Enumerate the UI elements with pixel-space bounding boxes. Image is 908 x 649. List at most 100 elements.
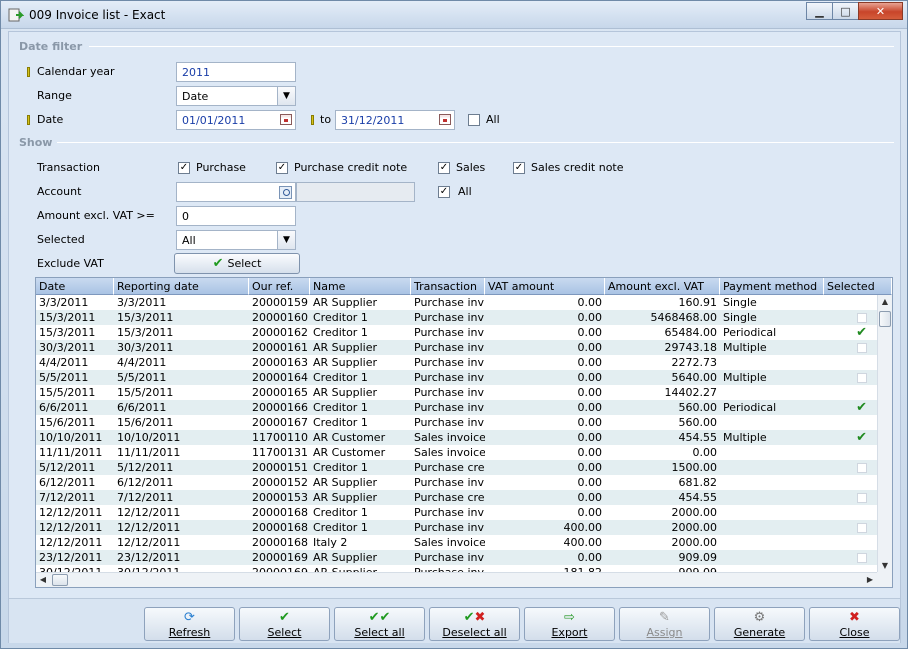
calendar-icon[interactable] <box>439 114 451 125</box>
calendar-year-input[interactable]: 2011 <box>176 62 296 82</box>
column-header-amount-excl-vat[interactable]: Amount excl. VAT <box>605 278 720 295</box>
cell-date: 4/4/2011 <box>39 356 89 369</box>
column-header-date[interactable]: Date <box>36 278 114 295</box>
horizontal-scroll-thumb[interactable] <box>52 574 68 586</box>
table-row[interactable]: 12/12/2011 12/12/2011 20000168 Creditor 1 Pu… <box>36 505 877 520</box>
cell-selected[interactable]: ✔ <box>824 400 877 415</box>
cell-selected[interactable] <box>824 340 877 355</box>
chevron-down-icon[interactable]: ▼ <box>277 87 295 105</box>
table-row[interactable]: 30/3/2011 30/3/2011 20000161 AR Supplier Pur… <box>36 340 877 355</box>
date-to-input[interactable]: 31/12/2011 <box>335 110 455 130</box>
cell-selected[interactable] <box>824 370 877 385</box>
cell-selected[interactable] <box>824 310 877 325</box>
column-header-name[interactable]: Name <box>310 278 411 295</box>
cell-selected[interactable] <box>824 505 877 520</box>
column-header-reporting-date[interactable]: Reporting date <box>114 278 249 295</box>
row-select-checkbox[interactable] <box>857 372 867 383</box>
table-row[interactable]: 4/4/2011 4/4/2011 20000163 AR Supplier Purch… <box>36 355 877 370</box>
select-all-button[interactable]: ✔✔ Select all <box>334 607 425 641</box>
cell-selected[interactable]: ✔ <box>824 325 877 340</box>
table-row[interactable]: 6/12/2011 6/12/2011 20000152 AR Supplier Pur… <box>36 475 877 490</box>
vertical-scrollbar[interactable]: ▲ ▼ <box>877 295 892 573</box>
column-header-our-ref[interactable]: Our ref. <box>249 278 310 295</box>
cell-selected[interactable] <box>824 550 877 565</box>
table-row[interactable]: 5/12/2011 5/12/2011 20000151 Creditor 1 Purc… <box>36 460 877 475</box>
maximize-button[interactable]: □ <box>832 2 859 20</box>
table-row[interactable]: 12/12/2011 12/12/2011 20000168 Creditor 1 Pu… <box>36 520 877 535</box>
scroll-up-icon[interactable]: ▲ <box>878 295 892 309</box>
cell-selected[interactable] <box>824 460 877 475</box>
table-row[interactable]: 15/5/2011 15/5/2011 20000165 AR Supplier Pur… <box>36 385 877 400</box>
cell-date: 15/3/2011 <box>39 311 96 324</box>
table-row[interactable]: 6/6/2011 6/6/2011 20000166 Creditor 1 Purcha… <box>36 400 877 415</box>
row-select-checkbox[interactable] <box>857 312 867 323</box>
search-icon[interactable] <box>279 186 292 199</box>
horizontal-scrollbar[interactable]: ◀ ▶ <box>36 572 877 587</box>
cell-amount-excl-vat: 160.91 <box>678 296 718 309</box>
amount-input[interactable]: 0 <box>176 206 296 226</box>
checkmark-icon[interactable]: ✔ <box>856 401 867 414</box>
sales-credit-note-checkbox[interactable]: ✓ <box>513 162 525 174</box>
minimize-button[interactable]: ▁ <box>806 2 833 20</box>
cell-selected[interactable] <box>824 520 877 535</box>
export-button[interactable]: ⇨ Export <box>524 607 615 641</box>
select-label: Select <box>267 626 302 639</box>
table-row[interactable]: 11/11/2011 11/11/2011 11700131 AR Customer S… <box>36 445 877 460</box>
date-all-checkbox[interactable] <box>468 114 480 126</box>
row-select-checkbox[interactable] <box>857 552 867 563</box>
scroll-down-icon[interactable]: ▼ <box>878 559 892 573</box>
account-input[interactable] <box>176 182 296 202</box>
scroll-left-icon[interactable]: ◀ <box>36 573 50 587</box>
assign-button[interactable]: ✎ Assign <box>619 607 710 641</box>
exclude-vat-select-button[interactable]: ✔ Select <box>174 253 300 274</box>
checkmark-icon: ✔ <box>212 256 224 271</box>
scroll-right-icon[interactable]: ▶ <box>863 573 877 587</box>
cell-selected[interactable] <box>824 355 877 370</box>
deselect-all-button[interactable]: ✔✖ Deselect all <box>429 607 520 641</box>
row-select-checkbox[interactable] <box>857 342 867 353</box>
table-row[interactable]: 15/3/2011 15/3/2011 20000162 Creditor 1 Purc… <box>36 325 877 340</box>
table-row[interactable]: 10/10/2011 10/10/2011 11700110 AR Customer S… <box>36 430 877 445</box>
cell-selected[interactable] <box>824 490 877 505</box>
cell-payment-method <box>720 460 824 475</box>
generate-button[interactable]: ⚙ Generate <box>714 607 805 641</box>
table-row[interactable]: 15/6/2011 15/6/2011 20000167 Creditor 1 Purc… <box>36 415 877 430</box>
selected-select[interactable]: All ▼ <box>176 230 296 250</box>
close-window-button[interactable]: ✕ <box>858 2 903 20</box>
cell-selected[interactable] <box>824 295 877 310</box>
calendar-icon[interactable] <box>280 114 292 125</box>
cell-selected[interactable] <box>824 415 877 430</box>
row-select-checkbox[interactable] <box>857 492 867 503</box>
select-button[interactable]: ✔ Select <box>239 607 330 641</box>
table-row[interactable]: 3/3/2011 3/3/2011 20000159 AR Supplier Purch… <box>36 295 877 310</box>
checkmark-icon[interactable]: ✔ <box>856 326 867 339</box>
cell-selected[interactable] <box>824 535 877 550</box>
column-header-vat-amount[interactable]: VAT amount <box>485 278 605 295</box>
purchase-credit-note-checkbox[interactable]: ✓ <box>276 162 288 174</box>
table-row[interactable]: 5/5/2011 5/5/2011 20000164 Creditor 1 Purcha… <box>36 370 877 385</box>
close-button[interactable]: ✖ Close <box>809 607 900 641</box>
purchase-checkbox[interactable]: ✓ <box>178 162 190 174</box>
refresh-button[interactable]: ⟳ Refresh <box>144 607 235 641</box>
table-row[interactable]: 12/12/2011 12/12/2011 20000168 Italy 2 Sales… <box>36 535 877 550</box>
account-all-checkbox[interactable]: ✓ <box>438 186 450 198</box>
date-from-input[interactable]: 01/01/2011 <box>176 110 296 130</box>
column-header-payment-method[interactable]: Payment method <box>720 278 824 295</box>
vertical-scroll-thumb[interactable] <box>879 311 891 327</box>
range-select[interactable]: Date ▼ <box>176 86 296 106</box>
row-select-checkbox[interactable] <box>857 462 867 473</box>
column-header-transaction[interactable]: Transaction <box>411 278 485 295</box>
table-row[interactable]: 23/12/2011 23/12/2011 20000169 AR Supplier P… <box>36 550 877 565</box>
row-select-checkbox[interactable] <box>857 522 867 533</box>
table-row[interactable]: 7/12/2011 7/12/2011 20000153 AR Supplier Pur… <box>36 490 877 505</box>
checkmark-icon[interactable]: ✔ <box>856 431 867 444</box>
cell-selected[interactable]: ✔ <box>824 430 877 445</box>
cell-selected[interactable] <box>824 385 877 400</box>
column-header-selected[interactable]: Selected <box>824 278 892 295</box>
table-row[interactable]: 15/3/2011 15/3/2011 20000160 Creditor 1 Purc… <box>36 310 877 325</box>
cell-selected[interactable] <box>824 445 877 460</box>
generate-label: Generate <box>733 626 786 639</box>
chevron-down-icon[interactable]: ▼ <box>277 231 295 249</box>
cell-selected[interactable] <box>824 475 877 490</box>
sales-checkbox[interactable]: ✓ <box>438 162 450 174</box>
